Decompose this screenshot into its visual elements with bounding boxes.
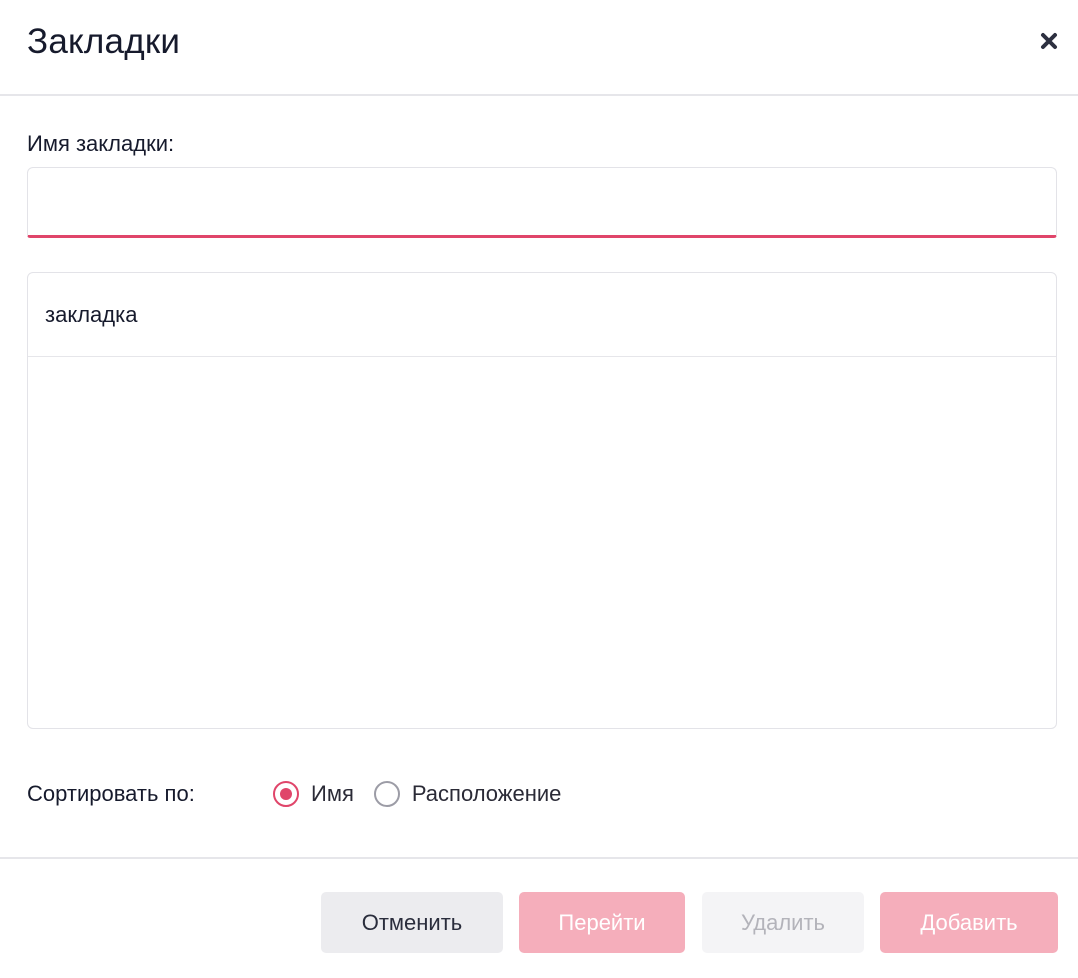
dialog-header: Закладки xyxy=(0,0,1078,96)
bookmarks-dialog: Закладки Имя закладки: закладка Сортиров… xyxy=(0,0,1078,978)
sort-by-location-radio[interactable]: Расположение xyxy=(373,781,562,807)
sort-label: Сортировать по: xyxy=(27,781,195,806)
bookmark-name-input[interactable] xyxy=(27,167,1057,238)
delete-button[interactable]: Удалить xyxy=(702,892,864,953)
bookmark-name-label: Имя закладки: xyxy=(27,131,175,156)
list-item[interactable]: закладка xyxy=(28,273,1056,357)
bookmark-item-label: закладка xyxy=(45,301,138,327)
goto-button[interactable]: Перейти xyxy=(519,892,685,953)
close-icon xyxy=(1040,32,1058,55)
sort-by-name-label: Имя xyxy=(311,781,354,806)
radio-unchecked-icon[interactable] xyxy=(373,781,400,807)
sort-options: Сортировать по: Имя Расположение xyxy=(27,776,581,812)
sort-by-location-label: Расположение xyxy=(411,781,562,806)
cancel-button[interactable]: Отменить xyxy=(321,892,503,953)
sort-by-name-radio[interactable]: Имя xyxy=(273,781,354,807)
dialog-title: Закладки xyxy=(27,22,181,61)
add-button[interactable]: Добавить xyxy=(880,892,1058,953)
footer-divider xyxy=(0,857,1078,859)
bookmark-list[interactable]: закладка xyxy=(27,272,1057,729)
radio-checked-icon[interactable] xyxy=(273,781,299,807)
close-button[interactable] xyxy=(1034,28,1064,58)
